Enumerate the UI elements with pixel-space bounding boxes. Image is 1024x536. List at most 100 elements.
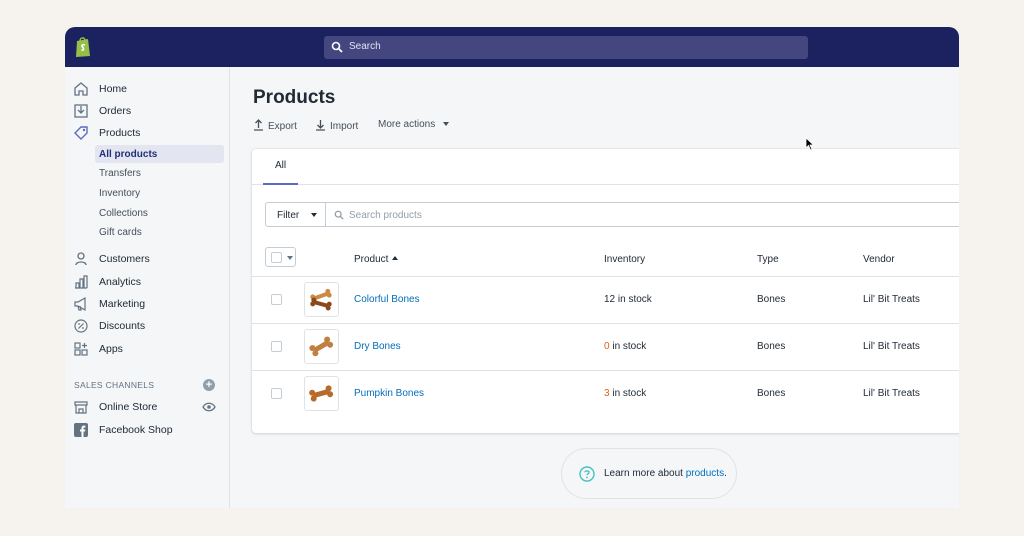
export-button[interactable]: Export — [253, 119, 297, 132]
sidebar-subitem-inventory[interactable]: Inventory — [95, 184, 224, 202]
column-header-product[interactable]: Product — [354, 254, 399, 265]
sidebar-item-apps[interactable]: Apps — [65, 339, 230, 359]
product-name-link[interactable]: Pumpkin Bones — [354, 388, 424, 399]
column-header-label: Product — [354, 254, 389, 265]
sidebar: Home Orders Products All products Transf… — [65, 67, 230, 508]
inventory-suffix: in stock — [609, 341, 647, 352]
filter-button[interactable]: Filter — [265, 202, 326, 227]
inventory-cell: 12 in stock — [604, 294, 652, 305]
customer-icon — [75, 252, 87, 266]
admin-window: Search Home Orders Products All products… — [65, 27, 959, 508]
product-thumbnail[interactable] — [304, 282, 339, 317]
column-header-type[interactable]: Type — [757, 254, 779, 265]
sidebar-item-customers[interactable]: Customers — [65, 249, 230, 269]
sort-ascending-icon — [392, 256, 399, 260]
sidebar-item-home[interactable]: Home — [65, 79, 230, 99]
page-title: Products — [253, 87, 336, 108]
inventory-suffix: in stock — [615, 294, 652, 305]
more-actions-button[interactable]: More actions — [378, 119, 450, 130]
table-row[interactable]: Colorful Bones 12 in stock Bones Lil' Bi… — [252, 277, 959, 324]
product-thumbnail[interactable] — [304, 376, 339, 411]
sidebar-item-label: Home — [99, 83, 128, 95]
learn-more-suffix: . — [724, 468, 727, 479]
products-help-link[interactable]: products — [686, 468, 724, 479]
product-vendor: Lil' Bit Treats — [863, 294, 920, 305]
global-search-input[interactable]: Search — [324, 36, 808, 59]
sidebar-subitem-label: Transfers — [99, 168, 141, 179]
sales-channels-heading: SALES CHANNELS — [74, 380, 155, 390]
product-type: Bones — [757, 294, 786, 305]
sidebar-subitem-label: Collections — [99, 208, 148, 219]
home-icon — [74, 82, 88, 96]
sidebar-subitem-gift-cards[interactable]: Gift cards — [95, 223, 224, 241]
table-header: Product Inventory Type Vendor — [252, 241, 959, 277]
sidebar-item-label: Customers — [99, 253, 150, 265]
chevron-down-icon — [443, 122, 450, 126]
sidebar-subitem-label: Gift cards — [99, 227, 142, 238]
export-label: Export — [268, 121, 297, 132]
analytics-icon — [75, 275, 88, 289]
inventory-cell: 0 in stock — [604, 341, 646, 352]
product-vendor: Lil' Bit Treats — [863, 341, 920, 352]
sidebar-item-facebook-shop[interactable]: Facebook Shop — [65, 420, 230, 440]
sidebar-item-discounts[interactable]: Discounts — [65, 316, 230, 336]
table-row[interactable]: Dry Bones 0 in stock Bones Lil' Bit Trea… — [252, 324, 959, 371]
dry-bones-image-icon — [309, 336, 334, 357]
sidebar-item-analytics[interactable]: Analytics — [65, 272, 230, 292]
product-name-link[interactable]: Colorful Bones — [354, 294, 420, 305]
facebook-icon — [74, 423, 88, 437]
table-row[interactable]: Pumpkin Bones 3 in stock Bones Lil' Bit … — [252, 371, 959, 418]
add-channel-button[interactable]: + — [203, 379, 215, 391]
column-header-vendor[interactable]: Vendor — [863, 254, 895, 265]
checkbox[interactable] — [271, 252, 282, 263]
learn-more-prefix: Learn more about — [604, 468, 686, 479]
eye-icon[interactable] — [202, 402, 216, 412]
column-header-inventory[interactable]: Inventory — [604, 254, 645, 265]
global-search-placeholder: Search — [349, 41, 381, 52]
search-products-input[interactable]: Search products — [325, 202, 959, 227]
sidebar-subitem-transfers[interactable]: Transfers — [95, 164, 224, 182]
sidebar-item-label: Marketing — [99, 298, 146, 310]
search-products-placeholder: Search products — [349, 210, 422, 221]
product-name-link[interactable]: Dry Bones — [354, 341, 401, 352]
product-vendor: Lil' Bit Treats — [863, 388, 920, 399]
product-type: Bones — [757, 388, 786, 399]
sidebar-item-marketing[interactable]: Marketing — [65, 294, 230, 314]
search-icon — [334, 210, 344, 220]
sidebar-subitem-label: All products — [99, 149, 158, 160]
search-icon — [331, 41, 343, 53]
sidebar-item-label: Discounts — [99, 320, 146, 332]
tag-icon — [74, 126, 88, 140]
mouse-cursor-icon — [805, 137, 815, 151]
row-checkbox[interactable] — [271, 294, 282, 305]
learn-more-callout: Learn more about products. — [561, 448, 737, 499]
sidebar-subitem-collections[interactable]: Collections — [95, 204, 224, 222]
import-icon — [316, 120, 325, 131]
chevron-down-icon — [311, 213, 317, 217]
sidebar-subitem-all-products[interactable]: All products — [95, 145, 224, 163]
megaphone-icon — [74, 296, 86, 312]
sidebar-item-label: Apps — [99, 343, 123, 355]
inventory-suffix: in stock — [609, 388, 647, 399]
main-content: Products Export Import More actions All … — [231, 67, 959, 508]
tab-all[interactable]: All — [263, 149, 298, 185]
product-thumbnail[interactable] — [304, 329, 339, 364]
row-checkbox[interactable] — [271, 388, 282, 399]
bulk-select-checkbox[interactable] — [265, 247, 296, 267]
shopify-logo-icon[interactable] — [73, 36, 93, 58]
sidebar-item-products[interactable]: Products — [65, 123, 230, 143]
sidebar-item-label: Orders — [99, 105, 132, 117]
discount-icon — [74, 319, 88, 333]
chevron-down-icon — [287, 256, 293, 260]
sidebar-item-label: Online Store — [99, 401, 158, 413]
sidebar-item-orders[interactable]: Orders — [65, 101, 230, 121]
filter-label: Filter — [277, 210, 300, 221]
row-checkbox[interactable] — [271, 341, 282, 352]
apps-icon — [74, 342, 88, 356]
sidebar-item-label: Products — [99, 127, 141, 139]
top-bar: Search — [65, 27, 959, 67]
product-type: Bones — [757, 341, 786, 352]
sidebar-item-label: Facebook Shop — [99, 424, 173, 436]
pumpkin-bones-image-icon — [309, 385, 334, 402]
import-button[interactable]: Import — [315, 119, 358, 132]
